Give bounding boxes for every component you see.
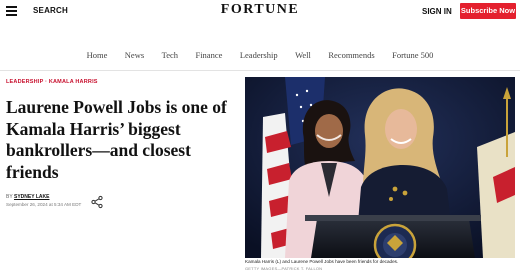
- nav-item-home[interactable]: Home: [87, 50, 108, 60]
- share-icon[interactable]: [90, 195, 104, 209]
- article-eyebrow[interactable]: LEADERSHIP · KAMALA HARRIS: [6, 79, 98, 85]
- nav-item-tech[interactable]: Tech: [162, 50, 178, 60]
- nav-item-finance[interactable]: Finance: [195, 50, 222, 60]
- nav-item-fortune-500[interactable]: Fortune 500: [392, 50, 433, 60]
- section-nav: Home News Tech Finance Leadership Well R…: [0, 45, 520, 60]
- byline: BY SYDNEY LAKE: [6, 194, 49, 200]
- hero-photo: [245, 77, 515, 258]
- subscribe-button[interactable]: Subscribe Now: [460, 3, 516, 19]
- author-link[interactable]: SYDNEY LAKE: [14, 194, 49, 200]
- photo-credit: GETTY IMAGES—PATRICK T. FALLON: [245, 266, 323, 271]
- nav-item-news[interactable]: News: [125, 50, 144, 60]
- nav-divider: [0, 70, 520, 71]
- photo-caption: Kamala Harris (L) and Laurene Powell Job…: [245, 259, 399, 264]
- publish-date: September 26, 2024 at 5:34 AM EDT: [6, 202, 82, 207]
- nav-item-leadership[interactable]: Leadership: [240, 50, 278, 60]
- article-headline: Laurene Powell Jobs is one of Kamala Har…: [6, 97, 227, 182]
- sign-in-link[interactable]: SIGN IN: [422, 7, 452, 16]
- podium: [305, 215, 481, 258]
- nav-item-recommends[interactable]: Recommends: [328, 50, 374, 60]
- byline-prefix: BY: [6, 194, 13, 200]
- top-bar: SEARCH FORTUNE SIGN IN Subscribe Now: [0, 0, 520, 24]
- nav-item-well[interactable]: Well: [295, 50, 311, 60]
